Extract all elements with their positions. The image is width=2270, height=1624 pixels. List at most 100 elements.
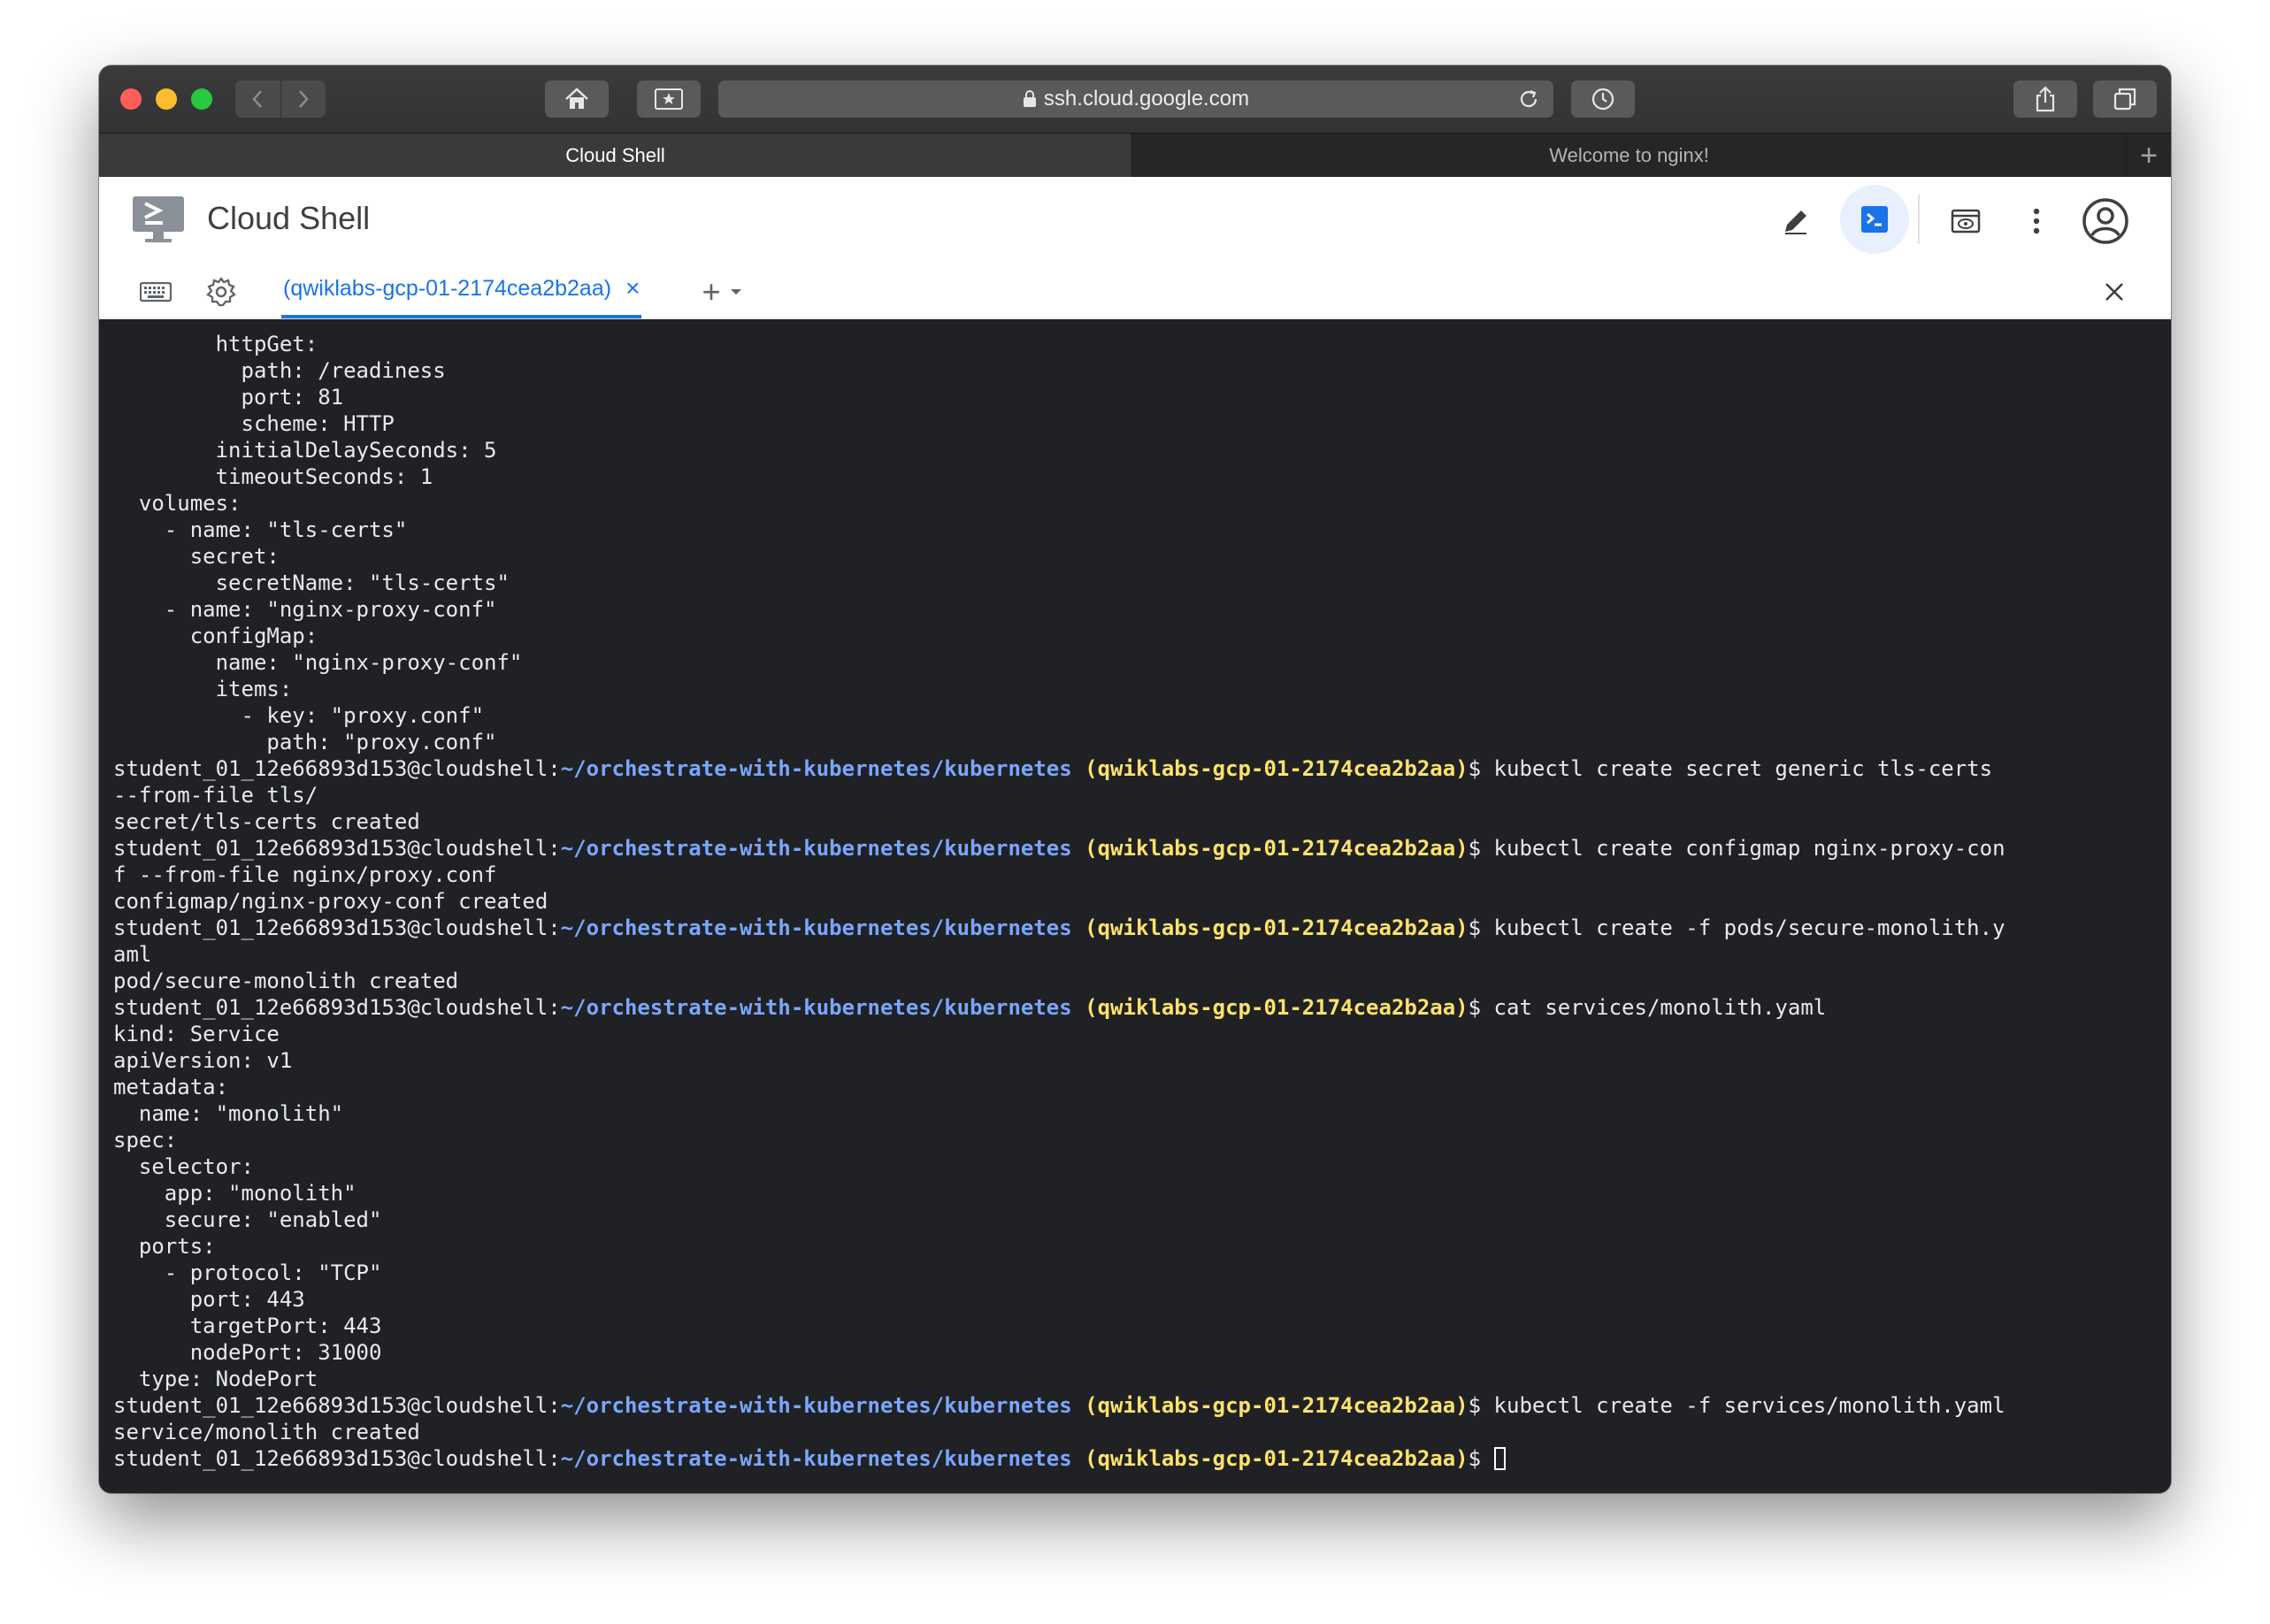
more-options-button[interactable] [2012, 196, 2061, 246]
terminal-output-line: initialDelaySeconds: 5 [113, 438, 497, 463]
prompt-project: (qwiklabs-gcp-01-2174cea2b2aa) [1085, 1393, 1469, 1418]
web-preview-button[interactable] [1941, 196, 1990, 246]
terminal-icon [1861, 206, 1888, 233]
terminal-output-line: secretName: "tls-certs" [113, 571, 510, 595]
prompt-dollar: $ [1468, 836, 1494, 861]
address-bar[interactable]: ssh.cloud.google.com [718, 80, 1553, 118]
open-editor-button[interactable] [1771, 196, 1821, 246]
terminal-output-line: name: "monolith" [113, 1101, 344, 1126]
prompt-command: kubectl create -f pods/secure-monolith.y [1493, 915, 2005, 940]
share-button[interactable] [2013, 80, 2077, 118]
terminal-output-line: ports: [113, 1234, 216, 1259]
prompt-project: (qwiklabs-gcp-01-2174cea2b2aa) [1085, 995, 1469, 1020]
clock-icon [1591, 88, 1614, 111]
reload-icon[interactable] [1515, 85, 1543, 113]
lock-icon [1023, 90, 1036, 107]
tab-welcome-nginx[interactable]: Welcome to nginx! [1132, 134, 2128, 178]
tab-overview-button[interactable] [2093, 80, 2157, 118]
close-icon [2105, 283, 2123, 301]
back-button[interactable] [235, 80, 281, 118]
terminal-output-line: secure: "enabled" [113, 1207, 382, 1232]
terminal-output-line: name: "nginx-proxy-conf" [113, 650, 523, 675]
prompt-dollar: $ [1468, 915, 1494, 940]
terminal-output-line: scheme: HTTP [113, 411, 395, 436]
chevron-left-icon [252, 90, 263, 108]
history-button[interactable] [1571, 80, 1635, 118]
settings-button[interactable] [203, 274, 239, 310]
prompt-command: kubectl create -f services/monolith.yaml [1493, 1393, 2005, 1418]
title-bar: ssh.cloud.google.com [99, 65, 2171, 133]
terminal-prompt-line: student_01_12e66893d153@cloudshell:~/orc… [113, 1445, 2157, 1472]
close-tab-icon[interactable]: × [625, 274, 640, 303]
account-circle-icon [2082, 198, 2128, 244]
terminal-output-line: pod/secure-monolith created [113, 969, 459, 993]
prompt-dollar: $ [1468, 1446, 1494, 1471]
new-tab-button[interactable]: + [2127, 134, 2171, 178]
terminal-cursor [1493, 1447, 1506, 1470]
prompt-command: cat services/monolith.yaml [1493, 995, 1827, 1020]
prompt-user: student_01_12e66893d153@cloudshell: [113, 756, 561, 781]
terminal-output-line: targetPort: 443 [113, 1314, 382, 1338]
terminal-prompt-line: student_01_12e66893d153@cloudshell:~/orc… [113, 994, 2157, 1021]
account-button[interactable] [2081, 196, 2130, 246]
terminal-toolbar: (qwiklabs-gcp-01-2174cea2b2aa) × + [99, 262, 2171, 319]
terminal-output-line: - protocol: "TCP" [113, 1260, 382, 1285]
prompt-dollar: $ [1468, 995, 1494, 1020]
forward-button[interactable] [280, 80, 326, 118]
browser-window: ssh.cloud.google.com Cloud Shell Welcome… [99, 65, 2171, 1493]
terminal-output-line: kind: Service [113, 1022, 280, 1046]
terminal-output-line: items: [113, 677, 293, 701]
terminal-output-line: app: "monolith" [113, 1181, 357, 1206]
prompt-path: ~/orchestrate-with-kubernetes/kubernetes [560, 995, 1072, 1020]
tab-label: Cloud Shell [565, 144, 665, 166]
plus-icon: + [702, 273, 721, 310]
terminal-output-line: nodePort: 31000 [113, 1340, 382, 1365]
home-button[interactable] [545, 80, 609, 118]
bookmark-star-icon [655, 88, 683, 110]
pencil-icon [1785, 211, 1806, 234]
plus-icon: + [2140, 138, 2158, 172]
keyboard-icon [140, 281, 172, 303]
terminal-output-line: port: 443 [113, 1287, 305, 1312]
terminal-output-line: service/monolith created [113, 1420, 420, 1444]
close-terminal-button[interactable] [2097, 274, 2132, 310]
prompt-path: ~/orchestrate-with-kubernetes/kubernetes [560, 1393, 1072, 1418]
close-window-button[interactable] [120, 88, 142, 110]
terminal-tab-qwiklabs[interactable]: (qwiklabs-gcp-01-2174cea2b2aa) × [281, 262, 642, 318]
prompt-project: (qwiklabs-gcp-01-2174cea2b2aa) [1085, 1446, 1469, 1471]
browser-tab-bar: Cloud Shell Welcome to nginx! + [99, 133, 2171, 178]
keyboard-button[interactable] [138, 274, 173, 310]
terminal-prompt-line: student_01_12e66893d153@cloudshell:~/orc… [113, 1392, 2157, 1419]
bookmarks-button[interactable] [637, 80, 701, 118]
terminal-output-line: aml [113, 942, 152, 967]
zoom-window-button[interactable] [191, 88, 212, 110]
prompt-project: (qwiklabs-gcp-01-2174cea2b2aa) [1085, 915, 1469, 940]
page-title: Cloud Shell [207, 200, 371, 236]
cloud-shell-logo-icon [131, 195, 186, 249]
add-terminal-tab-button[interactable]: + [694, 274, 729, 310]
terminal-output-line: configmap/nginx-proxy-conf created [113, 889, 548, 914]
web-preview-icon [1951, 209, 1981, 234]
prompt-path: ~/orchestrate-with-kubernetes/kubernetes [560, 836, 1072, 861]
tab-cloud-shell[interactable]: Cloud Shell [99, 134, 1132, 178]
tab-label: Welcome to nginx! [1549, 144, 1709, 166]
terminal-output-line: selector: [113, 1154, 254, 1179]
terminal-output-line: - name: "tls-certs" [113, 517, 408, 542]
more-vert-icon [2033, 208, 2040, 234]
open-terminal-button[interactable] [1840, 185, 1909, 254]
minimize-window-button[interactable] [156, 88, 177, 110]
tab-dropdown-button[interactable] [727, 274, 745, 310]
tabs-icon [2113, 88, 2136, 111]
prompt-user: student_01_12e66893d153@cloudshell: [113, 915, 561, 940]
home-icon [565, 88, 588, 109]
terminal-output[interactable]: httpGet: path: /readiness port: 81 schem… [99, 320, 2171, 1493]
terminal-output-line: apiVersion: v1 [113, 1048, 293, 1073]
prompt-user: student_01_12e66893d153@cloudshell: [113, 1446, 561, 1471]
terminal-output-line: timeoutSeconds: 1 [113, 464, 433, 489]
